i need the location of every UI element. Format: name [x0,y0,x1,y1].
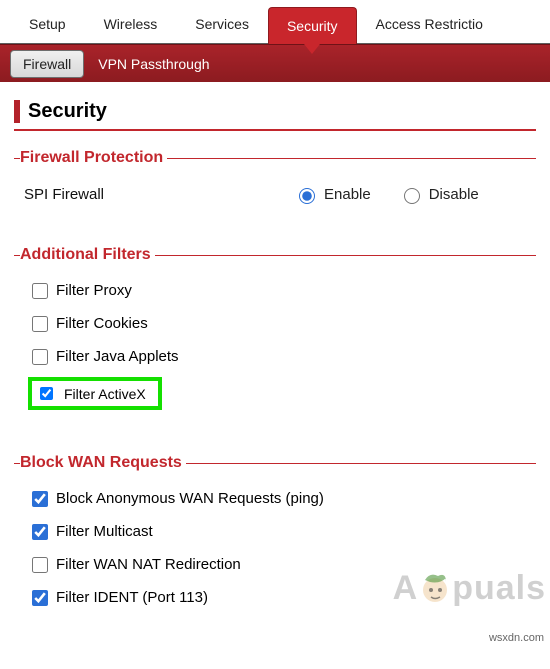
legend-firewall-protection: Firewall Protection [20,149,167,167]
page-title: Security [14,100,536,123]
checkbox-filter-nat[interactable] [32,557,48,573]
controls-spi-firewall: Enable Disable [294,185,479,204]
radio-disable[interactable] [404,188,420,204]
fieldset-block-wan: Block WAN Requests Block Anonymous WAN R… [14,454,536,626]
tab-security[interactable]: Security [268,7,357,44]
label-filter-java: Filter Java Applets [56,348,179,365]
legend-block-wan: Block WAN Requests [20,454,186,472]
fieldset-additional-filters: Additional Filters Filter Proxy Filter C… [14,246,536,424]
checkbox-filter-proxy[interactable] [32,283,48,299]
label-spi-firewall: SPI Firewall [24,186,294,203]
checkbox-filter-java[interactable] [32,349,48,365]
subtab-bar: Firewall VPN Passthrough [0,44,550,82]
checkbox-block-anon[interactable] [32,491,48,507]
content-area: Security Firewall Protection SPI Firewal… [0,82,550,646]
checkbox-row-filter-java: Filter Java Applets [24,344,526,377]
tab-access-restrictions[interactable]: Access Restrictio [357,5,502,43]
radio-disable-wrap[interactable]: Disable [399,185,479,204]
label-block-anon: Block Anonymous WAN Requests (ping) [56,490,324,507]
row-spi-firewall: SPI Firewall Enable Disable [24,181,526,208]
radio-enable-wrap[interactable]: Enable [294,185,371,204]
checkbox-filter-multicast[interactable] [32,524,48,540]
title-underline [14,129,536,131]
fieldset-firewall-protection: Firewall Protection SPI Firewall Enable … [14,149,536,216]
checkbox-row-filter-proxy: Filter Proxy [24,278,526,311]
checkbox-row-filter-nat: Filter WAN NAT Redirection [24,552,526,585]
router-admin-page: Setup Wireless Services Security Access … [0,0,550,646]
tab-wireless[interactable]: Wireless [85,5,177,43]
checkbox-filter-cookies[interactable] [32,316,48,332]
highlight-filter-activex: Filter ActiveX [28,377,162,410]
label-filter-cookies: Filter Cookies [56,315,148,332]
label-filter-nat: Filter WAN NAT Redirection [56,556,241,573]
label-filter-multicast: Filter Multicast [56,523,153,540]
radio-disable-label: Disable [429,186,479,203]
checkbox-row-filter-multicast: Filter Multicast [24,519,526,552]
checkbox-row-block-anon: Block Anonymous WAN Requests (ping) [24,486,526,519]
subtab-vpn-passthrough[interactable]: VPN Passthrough [84,49,223,79]
checkbox-filter-activex[interactable] [40,387,53,400]
checkbox-row-filter-activex-wrap: Filter ActiveX [24,377,526,416]
label-filter-ident: Filter IDENT (Port 113) [56,589,208,606]
checkbox-row-filter-cookies: Filter Cookies [24,311,526,344]
label-filter-activex: Filter ActiveX [64,386,146,402]
tab-setup[interactable]: Setup [10,5,85,43]
legend-additional-filters: Additional Filters [20,246,155,264]
checkbox-row-filter-ident: Filter IDENT (Port 113) [24,585,526,618]
checkbox-filter-ident[interactable] [32,590,48,606]
main-tabbar: Setup Wireless Services Security Access … [0,0,550,44]
radio-enable[interactable] [299,188,315,204]
subtab-firewall[interactable]: Firewall [10,50,84,78]
label-filter-proxy: Filter Proxy [56,282,132,299]
tab-services[interactable]: Services [176,5,268,43]
radio-enable-label: Enable [324,186,371,203]
